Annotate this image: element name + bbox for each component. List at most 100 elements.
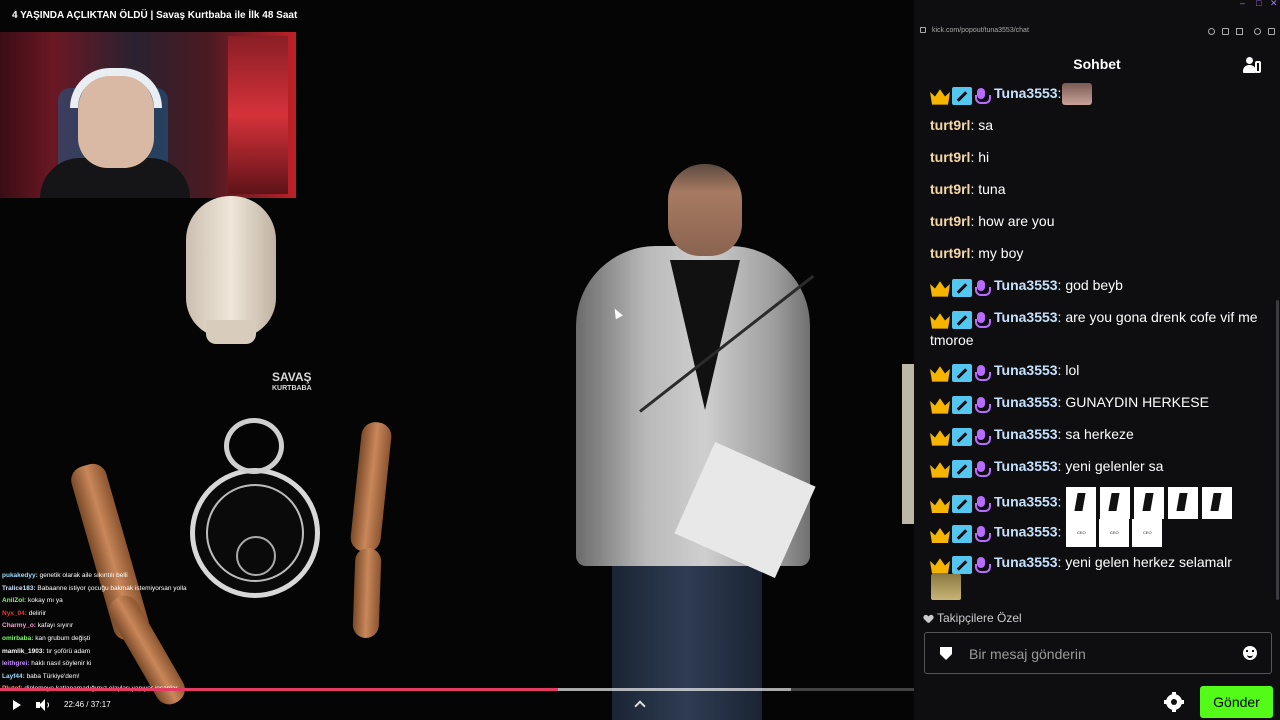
user-badges[interactable]	[930, 552, 991, 574]
microphone-icon[interactable]	[974, 364, 991, 382]
chat-message[interactable]: Tuna3553: are you gona drenk cofe vif me…	[930, 306, 1260, 351]
chat-message-list[interactable]: Tuna3553: turt9rl: sa turt9rl: hi turt9rl: …	[914, 82, 1280, 602]
microphone-icon[interactable]	[974, 428, 991, 446]
crown-icon[interactable]	[930, 366, 950, 382]
extensions-icon[interactable]	[1254, 28, 1261, 35]
maximize-icon[interactable]: □	[1256, 0, 1261, 8]
microphone-icon[interactable]	[974, 279, 991, 297]
chat-message[interactable]: Tuna3553: yeni gelenler sa	[930, 455, 1260, 478]
chat-username[interactable]: turt9rl	[930, 149, 970, 165]
chat-username[interactable]: Tuna3553	[994, 494, 1058, 510]
user-badges[interactable]	[930, 456, 991, 478]
download-icon[interactable]	[1268, 28, 1275, 35]
chat-username[interactable]: Tuna3553	[994, 394, 1058, 410]
shield-icon[interactable]	[940, 647, 952, 660]
play-button[interactable]	[10, 698, 24, 712]
microphone-icon[interactable]	[974, 87, 991, 105]
microphone-icon[interactable]	[974, 460, 991, 478]
chat-username[interactable]: Tuna3553	[994, 309, 1058, 325]
chat-username[interactable]: turt9rl	[930, 181, 970, 197]
microphone-icon[interactable]	[974, 495, 991, 513]
crown-icon[interactable]	[930, 430, 950, 446]
send-to-icon[interactable]	[1236, 28, 1243, 35]
chat-username[interactable]: Tuna3553	[994, 277, 1058, 293]
user-badges[interactable]	[930, 424, 991, 446]
message-input-box[interactable]	[924, 632, 1272, 674]
chat-message[interactable]: turt9rl: how are you	[930, 210, 1260, 232]
crown-icon[interactable]	[930, 398, 950, 414]
users-icon[interactable]	[1243, 57, 1261, 73]
volume-button[interactable]	[34, 698, 50, 712]
wooden-hand-right	[352, 547, 382, 639]
chat-username[interactable]: Tuna3553	[994, 458, 1058, 474]
chat-username[interactable]: turt9rl	[930, 117, 970, 133]
progress-bar[interactable]	[0, 688, 914, 691]
chat-username[interactable]: Tuna3553	[994, 426, 1058, 442]
crown-icon[interactable]	[930, 462, 950, 478]
chat-message[interactable]: turt9rl: tuna	[930, 178, 1260, 200]
moderator-hammer-icon[interactable]	[952, 395, 972, 414]
chat-message[interactable]: turt9rl: sa	[930, 114, 1260, 136]
crown-icon[interactable]	[930, 527, 950, 544]
user-badges[interactable]	[930, 392, 991, 414]
crown-icon[interactable]	[930, 281, 950, 297]
microphone-icon[interactable]	[974, 525, 991, 543]
video-player[interactable]: 4 YAŞINDA AÇLIKTAN ÖLDÜ | Savaş Kurtbaba…	[0, 0, 914, 720]
send-button[interactable]: Gönder	[1200, 686, 1273, 718]
moderator-hammer-icon[interactable]	[952, 278, 972, 297]
chat-username[interactable]: Tuna3553	[994, 554, 1058, 570]
minimize-icon[interactable]: –	[1240, 0, 1245, 8]
user-badges[interactable]	[930, 360, 991, 382]
chat-username[interactable]: turt9rl	[930, 213, 970, 229]
moderator-hammer-icon[interactable]	[952, 495, 972, 514]
message-input[interactable]	[969, 644, 1229, 664]
chat-username[interactable]: turt9rl	[930, 245, 970, 261]
chat-message[interactable]: Tuna3553:	[930, 487, 1260, 519]
chat-message[interactable]: Tuna3553:	[930, 82, 1260, 106]
chat-username[interactable]: Tuna3553	[994, 362, 1058, 378]
url-text[interactable]: kick.com/popout/tuna3553/chat	[932, 27, 1029, 34]
microphone-icon[interactable]	[974, 556, 991, 574]
user-badges[interactable]	[930, 522, 991, 544]
moderator-hammer-icon[interactable]	[952, 525, 972, 544]
emote-image	[1202, 487, 1233, 519]
moderator-hammer-icon[interactable]	[952, 427, 972, 446]
moderator-hammer-icon[interactable]	[952, 363, 972, 382]
chat-message[interactable]: Tuna3553: CEO CEO CEO	[930, 519, 1260, 547]
video-title: 4 YAŞINDA AÇLIKTAN ÖLDÜ | Savaş Kurtbaba…	[12, 10, 298, 21]
chat-username[interactable]: Tuna3553	[994, 85, 1058, 101]
chat-username[interactable]: Tuna3553	[994, 524, 1058, 540]
crown-icon[interactable]	[930, 558, 950, 574]
shield-badge-icon[interactable]	[1222, 28, 1229, 35]
settings-gear-icon[interactable]	[1164, 692, 1184, 712]
user-badges[interactable]	[930, 492, 991, 514]
emote-image	[1100, 487, 1131, 519]
chat-message[interactable]: Tuna3553: god beyb	[930, 274, 1260, 297]
chat-message[interactable]: turt9rl: hi	[930, 146, 1260, 168]
emoji-icon[interactable]	[1243, 646, 1257, 660]
overlay-chat: pukakedyy: genetik olarak aile sıkıntılı…	[2, 570, 302, 696]
moderator-hammer-icon[interactable]	[952, 86, 972, 105]
chat-message-text: GUNAYDIN HERKESE	[1061, 394, 1209, 410]
chat-message[interactable]: Tuna3553: lol	[930, 359, 1260, 382]
moderator-hammer-icon[interactable]	[952, 459, 972, 478]
moderator-hammer-icon[interactable]	[952, 310, 972, 329]
user-badges[interactable]	[930, 83, 991, 105]
user-badges[interactable]	[930, 307, 991, 329]
crown-icon[interactable]	[930, 89, 950, 105]
chat-message[interactable]: Tuna3553: GUNAYDIN HERKESE	[930, 391, 1260, 414]
address-bar[interactable]: kick.com/popout/tuna3553/chat	[914, 22, 1280, 40]
moderator-hammer-icon[interactable]	[952, 555, 972, 574]
chat-scrollbar[interactable]	[1276, 300, 1279, 600]
crown-icon[interactable]	[930, 313, 950, 329]
microphone-icon[interactable]	[974, 311, 991, 329]
chat-message[interactable]: Tuna3553: yeni gelen herkez selamalr	[930, 551, 1260, 601]
zoom-icon[interactable]	[1208, 28, 1215, 35]
close-icon[interactable]: ✕	[1270, 0, 1278, 8]
chat-message[interactable]: Tuna3553: sa herkeze	[930, 423, 1260, 446]
user-badges[interactable]	[930, 275, 991, 297]
overlay-chat-row: omirbaba: kan grubum değişti	[2, 633, 302, 646]
microphone-icon[interactable]	[974, 396, 991, 414]
crown-icon[interactable]	[930, 497, 950, 514]
chat-message[interactable]: turt9rl: my boy	[930, 242, 1260, 264]
